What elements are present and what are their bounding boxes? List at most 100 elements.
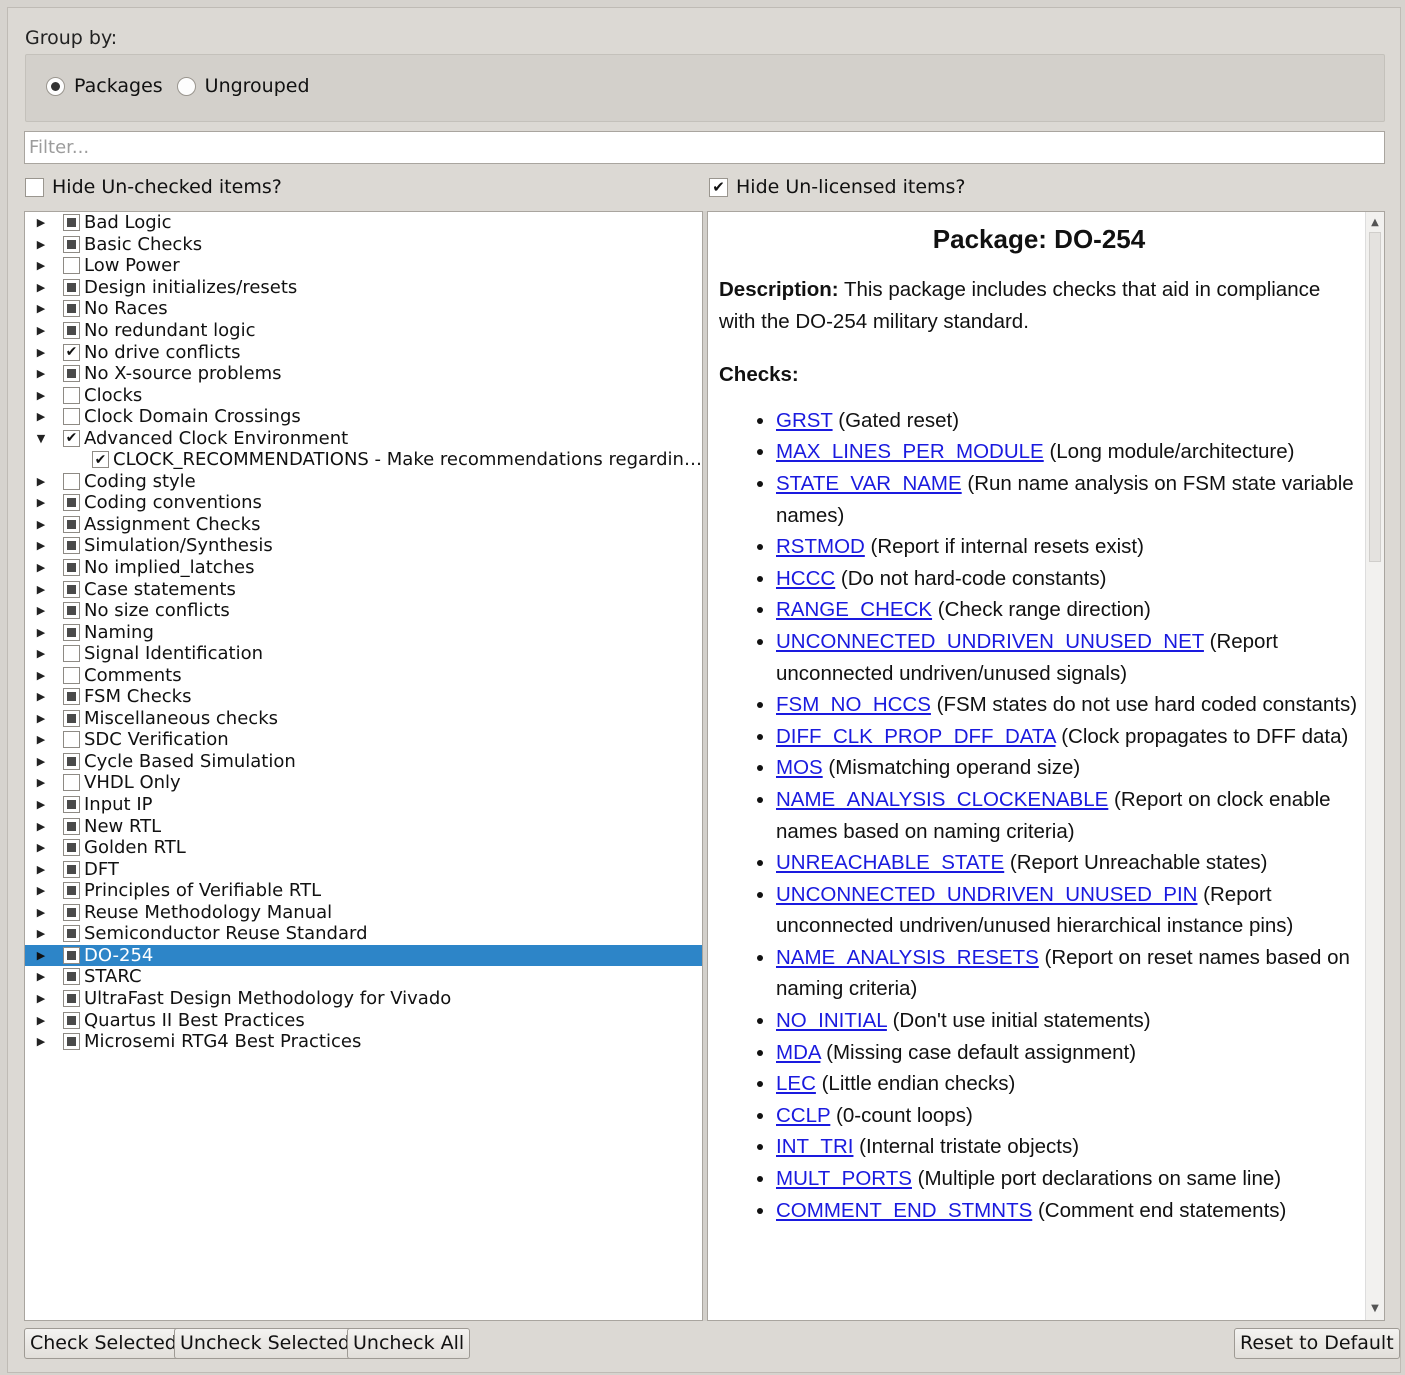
tree-row[interactable]: ▶ Clocks — [25, 384, 702, 406]
tree-checkbox[interactable] — [63, 515, 80, 533]
check-link[interactable]: GRST — [776, 409, 833, 432]
tree-row[interactable]: ▶ Design initializes/resets — [25, 277, 702, 299]
tree-checkbox[interactable] — [63, 1033, 80, 1051]
tree-checkbox[interactable] — [63, 839, 80, 857]
expand-arrow-icon[interactable]: ▶ — [33, 712, 49, 725]
tree-checkbox[interactable] — [63, 752, 80, 770]
expand-arrow-icon[interactable]: ▶ — [33, 949, 49, 962]
expand-arrow-icon[interactable]: ▶ — [33, 475, 49, 488]
radio-packages[interactable] — [46, 76, 65, 96]
check-link[interactable]: NAME_ANALYSIS_CLOCKENABLE — [776, 788, 1108, 811]
tree-checkbox[interactable] — [63, 860, 80, 878]
expand-arrow-icon[interactable]: ▶ — [33, 690, 49, 703]
tree-checkbox[interactable] — [63, 796, 80, 814]
tree-checkbox[interactable] — [63, 903, 80, 921]
tree-row[interactable]: ▶ Naming — [25, 621, 702, 643]
tree-checkbox[interactable]: ✔ — [63, 343, 80, 361]
tree-row[interactable]: ▶ No size conflicts — [25, 600, 702, 622]
tree-checkbox[interactable] — [63, 494, 80, 512]
tree-row[interactable]: ▶ Semiconductor Reuse Standard — [25, 923, 702, 945]
check-link[interactable]: RSTMOD — [776, 535, 865, 558]
tree-checkbox[interactable] — [63, 817, 80, 835]
tree-row[interactable]: ▶ Quartus II Best Practices — [25, 1009, 702, 1031]
tree-row[interactable]: ▶ No Races — [25, 298, 702, 320]
check-link[interactable]: COMMENT_END_STMNTS — [776, 1199, 1032, 1222]
uncheck-all-button[interactable]: Uncheck All — [347, 1328, 471, 1359]
check-link[interactable]: DIFF_CLK_PROP_DFF_DATA — [776, 725, 1055, 748]
check-link[interactable]: INT_TRI — [776, 1135, 853, 1158]
tree-row[interactable]: ▶ Microsemi RTG4 Best Practices — [25, 1031, 702, 1053]
tree-row[interactable]: ▶ VHDL Only — [25, 772, 702, 794]
hide-unlicensed-checkbox[interactable]: ✔ — [709, 177, 728, 197]
expand-arrow-icon[interactable]: ▶ — [33, 927, 49, 940]
expand-arrow-icon[interactable]: ▶ — [33, 302, 49, 315]
tree-row[interactable]: ▶ DO-254 — [25, 944, 702, 967]
expand-arrow-icon[interactable]: ▶ — [33, 539, 49, 552]
expand-arrow-icon[interactable]: ▶ — [33, 884, 49, 897]
tree-row[interactable]: ▶ Simulation/Synthesis — [25, 535, 702, 557]
tree-row[interactable]: ▶ Principles of Verifiable RTL — [25, 880, 702, 902]
tree-checkbox[interactable] — [63, 623, 80, 641]
expand-arrow-icon[interactable]: ▶ — [33, 820, 49, 833]
tree-row[interactable]: ▶ Reuse Methodology Manual — [25, 902, 702, 924]
tree-row[interactable]: ▶ No X-source problems — [25, 363, 702, 385]
check-link[interactable]: RANGE_CHECK — [776, 598, 932, 621]
tree-row[interactable]: ▶ Case statements — [25, 578, 702, 600]
check-link[interactable]: CCLP — [776, 1104, 830, 1127]
tree-checkbox[interactable] — [63, 300, 80, 318]
tree-row[interactable]: ▶ Clock Domain Crossings — [25, 406, 702, 428]
check-link[interactable]: MDA — [776, 1041, 820, 1064]
expand-arrow-icon[interactable]: ▶ — [33, 970, 49, 983]
radio-packages-label[interactable]: Packages — [74, 75, 163, 97]
expand-arrow-icon[interactable]: ▶ — [33, 216, 49, 229]
package-tree[interactable]: ▶ Bad Logic ▶ Basic Checks ▶ Low Power ▶ Design… — [24, 211, 703, 1321]
tree-row[interactable]: ▶ Golden RTL — [25, 837, 702, 859]
expand-arrow-icon[interactable]: ▶ — [33, 604, 49, 617]
reset-default-button[interactable]: Reset to Default — [1234, 1328, 1400, 1359]
expand-arrow-icon[interactable]: ▶ — [33, 1035, 49, 1048]
tree-row[interactable]: ▶ Assignment Checks — [25, 514, 702, 536]
tree-checkbox[interactable] — [63, 386, 80, 404]
tree-checkbox[interactable] — [63, 580, 80, 598]
tree-checkbox[interactable] — [63, 537, 80, 555]
tree-checkbox[interactable] — [63, 257, 80, 275]
tree-checkbox[interactable] — [63, 709, 80, 727]
check-selected-button[interactable]: Check Selected — [24, 1328, 183, 1359]
tree-checkbox[interactable] — [63, 882, 80, 900]
expand-arrow-icon[interactable]: ▶ — [33, 367, 49, 380]
tree-checkbox[interactable] — [63, 968, 80, 986]
tree-row[interactable]: ▶ Coding style — [25, 471, 702, 493]
expand-arrow-icon[interactable]: ▶ — [33, 841, 49, 854]
expand-arrow-icon[interactable]: ▶ — [33, 324, 49, 337]
tree-row[interactable]: ▶ Cycle Based Simulation — [25, 751, 702, 773]
tree-checkbox[interactable] — [63, 602, 80, 620]
tree-checkbox[interactable] — [63, 925, 80, 943]
tree-checkbox[interactable] — [63, 472, 80, 490]
check-link[interactable]: MAX_LINES_PER_MODULE — [776, 440, 1044, 463]
tree-checkbox[interactable] — [63, 322, 80, 339]
expand-arrow-icon[interactable]: ▶ — [33, 259, 49, 272]
tree-checkbox[interactable] — [63, 731, 80, 749]
expand-arrow-icon[interactable]: ▶ — [33, 863, 49, 876]
expand-arrow-icon[interactable]: ▶ — [33, 906, 49, 919]
expand-arrow-icon[interactable]: ▶ — [33, 733, 49, 746]
check-link[interactable]: MULT_PORTS — [776, 1167, 912, 1190]
tree-checkbox[interactable] — [63, 235, 80, 253]
scrollbar-thumb[interactable] — [1369, 232, 1381, 562]
collapse-arrow-icon[interactable]: ▼ — [33, 432, 49, 445]
tree-row[interactable]: ▶ Basic Checks — [25, 234, 702, 256]
tree-row[interactable]: ▶ Low Power — [25, 255, 702, 277]
tree-row[interactable]: ▶ Coding conventions — [25, 492, 702, 514]
expand-arrow-icon[interactable]: ▶ — [33, 992, 49, 1005]
tree-checkbox[interactable] — [63, 559, 80, 577]
scroll-down-icon[interactable]: ▼ — [1366, 1300, 1384, 1318]
tree-row[interactable]: ▶ STARC — [25, 966, 702, 988]
tree-checkbox[interactable] — [63, 666, 80, 684]
expand-arrow-icon[interactable]: ▶ — [33, 281, 49, 294]
tree-row[interactable]: ▶ FSM Checks — [25, 686, 702, 708]
tree-checkbox[interactable] — [63, 214, 80, 232]
tree-row[interactable]: ▶ Input IP — [25, 794, 702, 816]
tree-row[interactable]: ▶ No redundant logic — [25, 320, 702, 342]
expand-arrow-icon[interactable]: ▶ — [33, 798, 49, 811]
hide-unchecked-row[interactable]: Hide Un-checked items? — [25, 176, 282, 198]
